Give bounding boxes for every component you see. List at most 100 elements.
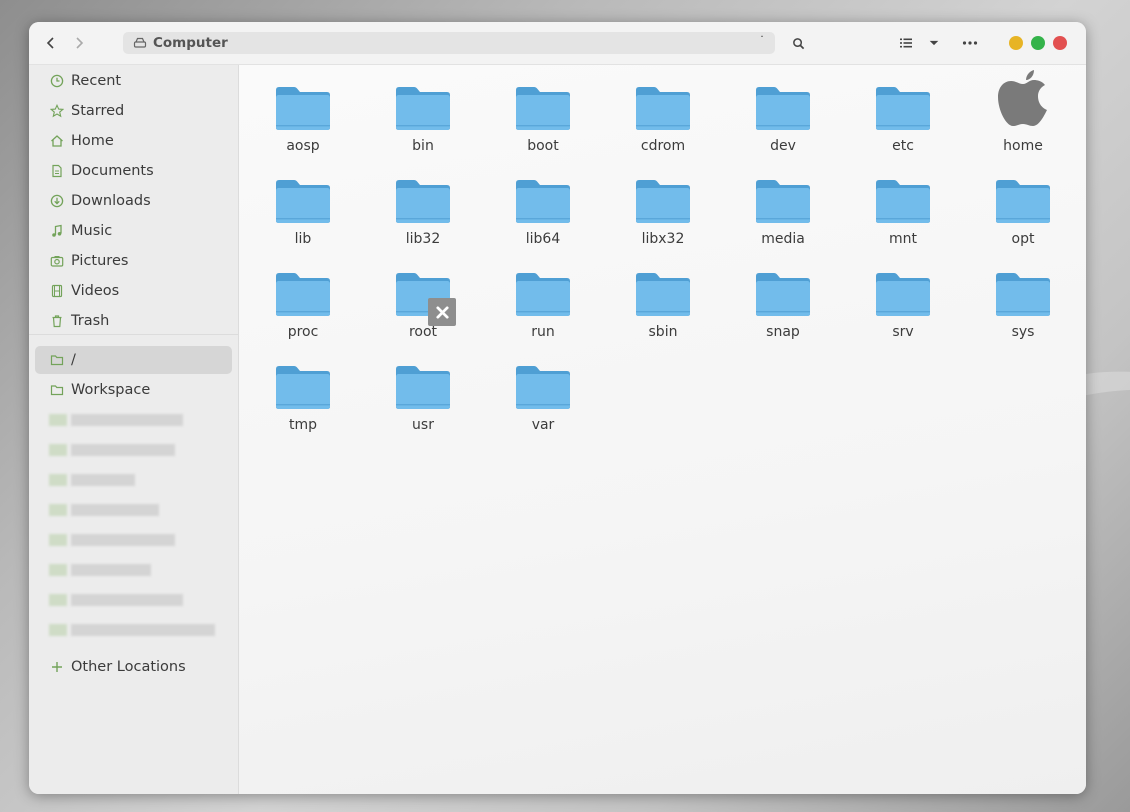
- file-name: run: [531, 324, 555, 340]
- folder-icon: [396, 366, 450, 409]
- folder-icon: [49, 352, 65, 368]
- file-item-dev[interactable]: dev: [743, 84, 823, 170]
- maximize-button[interactable]: [1031, 36, 1045, 50]
- sidebar-item-music[interactable]: Music: [35, 217, 232, 245]
- search-icon: [792, 37, 804, 49]
- more-options-icon: [962, 41, 978, 45]
- file-item-boot[interactable]: boot: [503, 84, 583, 170]
- file-name: etc: [892, 138, 914, 154]
- file-item-lib32[interactable]: lib32: [383, 177, 463, 263]
- file-item-srv[interactable]: srv: [863, 270, 943, 356]
- file-name: sys: [1011, 324, 1035, 340]
- folder-icon: [876, 273, 930, 316]
- home-icon: [49, 133, 65, 149]
- file-name: opt: [1011, 231, 1035, 247]
- file-item-media[interactable]: media: [743, 177, 823, 263]
- file-item-home[interactable]: home: [983, 70, 1063, 170]
- folder-icon: [876, 87, 930, 130]
- file-item-usr[interactable]: usr: [383, 363, 463, 449]
- file-item-var[interactable]: var: [503, 363, 583, 449]
- folder-icon: [996, 180, 1050, 223]
- sidebar-item-label: Pictures: [71, 253, 129, 269]
- search-button[interactable]: [787, 32, 809, 54]
- file-item-libx32[interactable]: libx32: [623, 177, 703, 263]
- sidebar: Recent Starred Home Documents Downloads …: [29, 65, 239, 794]
- header-bar: Computer ˙: [29, 22, 1086, 65]
- apple-logo-icon: [998, 70, 1047, 126]
- sidebar-item-label: Documents: [71, 163, 154, 179]
- sidebar-item-label: Home: [71, 133, 114, 149]
- folder-icon: [276, 366, 330, 409]
- forward-button[interactable]: [67, 32, 91, 54]
- file-name: bin: [412, 138, 434, 154]
- folder-icon: [276, 87, 330, 130]
- path-options-dot[interactable]: ˙: [759, 34, 765, 48]
- sidebar-item-other-locations[interactable]: Other Locations: [35, 653, 232, 681]
- view-options-button[interactable]: [923, 32, 945, 54]
- chevron-right-icon: [76, 37, 84, 49]
- folder-icon: [396, 87, 450, 130]
- folder-icon: [636, 273, 690, 316]
- file-item-snap[interactable]: snap: [743, 270, 823, 356]
- file-item-root[interactable]: root: [383, 270, 463, 356]
- film-icon: [49, 283, 65, 299]
- file-item-cdrom[interactable]: cdrom: [623, 84, 703, 170]
- close-button[interactable]: [1053, 36, 1067, 50]
- folder-icon: [756, 180, 810, 223]
- file-item-bin[interactable]: bin: [383, 84, 463, 170]
- sidebar-item-videos[interactable]: Videos: [35, 277, 232, 305]
- file-name: libx32: [641, 231, 685, 247]
- menu-button[interactable]: [959, 32, 981, 54]
- sidebar-item-label: Starred: [71, 103, 125, 119]
- path-label[interactable]: Computer: [153, 35, 228, 51]
- file-item-lib64[interactable]: lib64: [503, 177, 583, 263]
- folder-icon: [996, 273, 1050, 316]
- file-name: root: [408, 324, 438, 340]
- file-name: var: [531, 417, 555, 433]
- file-name: home: [1003, 138, 1043, 154]
- folder-icon: [396, 180, 450, 223]
- trash-icon: [49, 313, 65, 329]
- file-item-proc[interactable]: proc: [263, 270, 343, 356]
- sidebar-item-starred[interactable]: Starred: [35, 97, 232, 125]
- file-name: snap: [766, 324, 800, 340]
- document-icon: [49, 163, 65, 179]
- file-item-sbin[interactable]: sbin: [623, 270, 703, 356]
- file-name: cdrom: [640, 138, 686, 154]
- sidebar-item-label: Music: [71, 223, 113, 239]
- sidebar-item-workspace[interactable]: Workspace: [35, 376, 232, 404]
- drive-icon: [133, 36, 147, 50]
- folder-icon: [876, 180, 930, 223]
- file-name: media: [761, 231, 805, 247]
- folder-icon: [756, 87, 810, 130]
- location-pathbar[interactable]: Computer ˙: [123, 32, 775, 54]
- file-item-aosp[interactable]: aosp: [263, 84, 343, 170]
- sidebar-item-label: Trash: [71, 313, 110, 329]
- file-item-run[interactable]: run: [503, 270, 583, 356]
- music-icon: [49, 223, 65, 239]
- folder-icon: [516, 87, 570, 130]
- file-name: srv: [892, 324, 914, 340]
- camera-icon: [49, 253, 65, 269]
- sidebar-item-label: Videos: [71, 283, 120, 299]
- minimize-button[interactable]: [1009, 36, 1023, 50]
- list-view-button[interactable]: [895, 32, 917, 54]
- sidebar-item-pictures[interactable]: Pictures: [35, 247, 232, 275]
- sidebar-item-documents[interactable]: Documents: [35, 157, 232, 185]
- file-item-sys[interactable]: sys: [983, 270, 1063, 356]
- file-item-opt[interactable]: opt: [983, 177, 1063, 263]
- sidebar-item-downloads[interactable]: Downloads: [35, 187, 232, 215]
- file-item-mnt[interactable]: mnt: [863, 177, 943, 263]
- file-item-tmp[interactable]: tmp: [263, 363, 343, 449]
- sidebar-item-label: Downloads: [71, 193, 151, 209]
- file-item-etc[interactable]: etc: [863, 84, 943, 170]
- sidebar-item-home[interactable]: Home: [35, 127, 232, 155]
- folder-icon: [276, 273, 330, 316]
- sidebar-item-recent[interactable]: Recent: [35, 67, 232, 95]
- file-item-lib[interactable]: lib: [263, 177, 343, 263]
- folder-icon: [276, 180, 330, 223]
- sidebar-item-trash[interactable]: Trash: [35, 307, 232, 335]
- back-button[interactable]: [39, 32, 63, 54]
- sidebar-item-root[interactable]: /: [35, 346, 232, 374]
- file-name: proc: [287, 324, 319, 340]
